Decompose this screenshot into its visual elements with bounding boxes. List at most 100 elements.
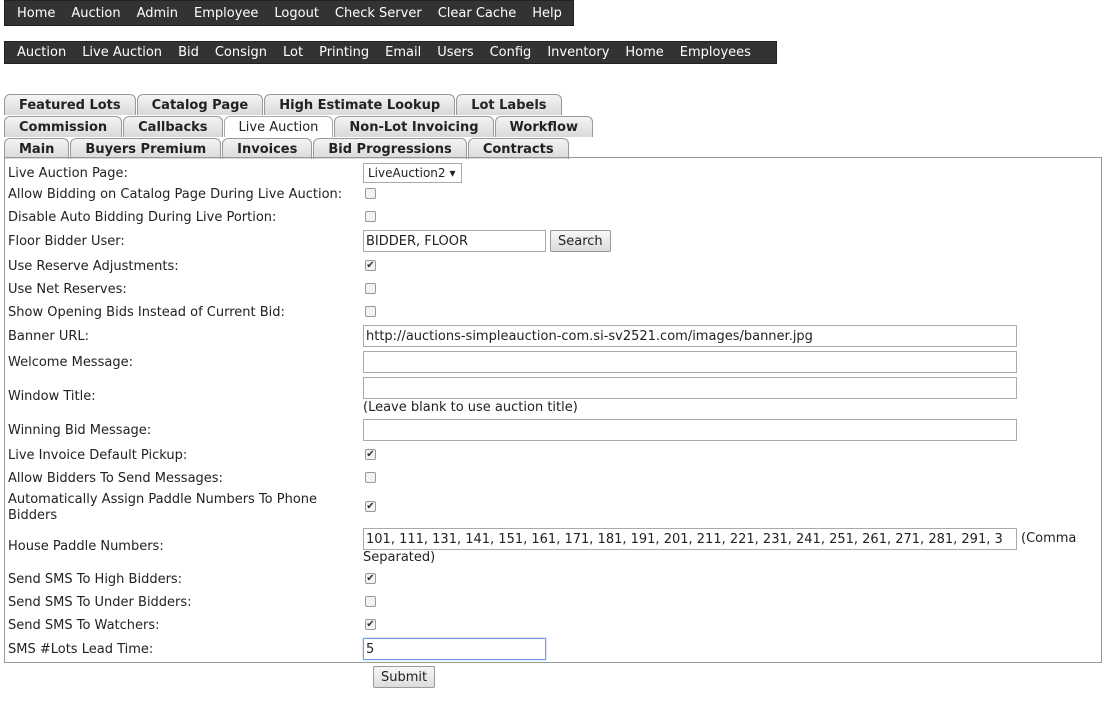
sub-nav-consign[interactable]: Consign — [207, 45, 275, 60]
form-row-live-auction-page: Live Auction Page: LiveAuction2 ▾ — [8, 163, 1098, 183]
tab-main[interactable]: Main — [4, 138, 70, 159]
house-paddle-numbers-input[interactable]: 101, 111, 131, 141, 151, 161, 171, 181, … — [363, 528, 1017, 550]
live-auction-settings-panel: Live Auction Page: LiveAuction2 ▾ Allow … — [4, 157, 1102, 663]
sub-nav-users[interactable]: Users — [429, 45, 481, 60]
select-value: LiveAuction2 — [368, 166, 446, 180]
tab-high-estimate-lookup[interactable]: High Estimate Lookup — [264, 94, 456, 115]
live-invoice-pickup-checkbox[interactable]: ✔ — [365, 449, 376, 460]
tab-featured-lots[interactable]: Featured Lots — [4, 94, 136, 115]
label: Disable Auto Bidding During Live Portion… — [8, 210, 277, 225]
label: House Paddle Numbers: — [8, 539, 164, 554]
use-net-reserves-checkbox[interactable] — [365, 283, 376, 294]
form-row-show-opening-bids: Show Opening Bids Instead of Current Bid… — [8, 304, 1098, 322]
tab-non-lot-invoicing[interactable]: Non-Lot Invoicing — [334, 116, 494, 137]
checkmark-icon: ✔ — [366, 259, 375, 271]
disable-auto-bidding-checkbox[interactable] — [365, 211, 376, 222]
sms-under-bidders-checkbox[interactable] — [365, 596, 376, 607]
sub-nav-lot[interactable]: Lot — [275, 45, 311, 60]
allow-bidders-messages-checkbox[interactable] — [365, 472, 376, 483]
form-row-house-paddle-numbers: House Paddle Numbers: 101, 111, 131, 141… — [8, 528, 1098, 566]
label: Show Opening Bids Instead of Current Bid… — [8, 305, 285, 320]
banner-url-input[interactable]: http://auctions-simpleauction-com.si-sv2… — [363, 325, 1017, 347]
sms-lead-time-input[interactable]: 5 — [363, 638, 546, 660]
form-row-welcome-message: Welcome Message: — [8, 351, 1098, 374]
tab-invoices[interactable]: Invoices — [222, 138, 313, 159]
label: Allow Bidding on Catalog Page During Liv… — [8, 187, 343, 202]
label: Automatically Assign Paddle Numbers To P… — [8, 492, 318, 523]
tab-live-auction[interactable]: Live Auction — [223, 116, 334, 137]
top-nav-help[interactable]: Help — [524, 6, 570, 21]
form-row-banner-url: Banner URL: http://auctions-simpleauctio… — [8, 325, 1098, 348]
form-row-sms-high-bidders: Send SMS To High Bidders: ✔ — [8, 571, 1098, 589]
tab-bid-progressions[interactable]: Bid Progressions — [313, 138, 467, 159]
form-row-allow-bidding-catalog: Allow Bidding on Catalog Page During Liv… — [8, 186, 1098, 204]
top-nav-employee[interactable]: Employee — [186, 6, 266, 21]
house-paddle-hint-b: Separated) — [363, 550, 436, 565]
sms-watchers-checkbox[interactable]: ✔ — [365, 619, 376, 630]
tab-callbacks[interactable]: Callbacks — [123, 116, 223, 137]
floor-bidder-input[interactable]: BIDDER, FLOOR — [363, 230, 546, 252]
top-nav-logout[interactable]: Logout — [266, 6, 327, 21]
house-paddle-hint-a: (Comma — [1021, 531, 1077, 546]
live-auction-page-select[interactable]: LiveAuction2 ▾ — [363, 163, 462, 183]
submit-button[interactable]: Submit — [373, 666, 436, 688]
label: Send SMS To Watchers: — [8, 618, 160, 633]
checkmark-icon: ✔ — [366, 500, 375, 512]
top-nav-home[interactable]: Home — [9, 6, 63, 21]
welcome-message-input[interactable] — [363, 351, 1017, 373]
tab-catalog-page[interactable]: Catalog Page — [136, 94, 264, 115]
label: Live Auction Page: — [8, 166, 128, 181]
tab-buyers-premium[interactable]: Buyers Premium — [70, 138, 222, 159]
sub-nav-auction[interactable]: Auction — [9, 45, 74, 60]
label: Send SMS To Under Bidders: — [8, 595, 192, 610]
form-row-disable-auto-bidding: Disable Auto Bidding During Live Portion… — [8, 209, 1098, 227]
label: Use Net Reserves: — [8, 282, 127, 297]
show-opening-bids-checkbox[interactable] — [365, 306, 376, 317]
sub-nav-inventory[interactable]: Inventory — [539, 45, 617, 60]
chevron-down-icon: ▾ — [449, 166, 456, 180]
label: Floor Bidder User: — [8, 234, 125, 249]
label: Welcome Message: — [8, 355, 133, 370]
checkmark-icon: ✔ — [366, 448, 375, 460]
allow-bidding-catalog-checkbox[interactable] — [365, 188, 376, 199]
tab-lot-labels[interactable]: Lot Labels — [456, 94, 562, 115]
tab-row-3: Main Buyers Premium Invoices Bid Progres… — [4, 138, 570, 159]
sub-nav-live-auction[interactable]: Live Auction — [74, 45, 170, 60]
label: Send SMS To High Bidders: — [8, 572, 183, 587]
checkmark-icon: ✔ — [366, 618, 375, 630]
form-row-sms-watchers: Send SMS To Watchers: ✔ — [8, 617, 1098, 635]
sub-nav-employees[interactable]: Employees — [672, 45, 759, 60]
label: Live Invoice Default Pickup: — [8, 448, 188, 463]
sub-nav-home[interactable]: Home — [617, 45, 671, 60]
form-row-live-invoice-pickup: Live Invoice Default Pickup: ✔ — [8, 447, 1098, 465]
winning-bid-message-input[interactable] — [363, 419, 1017, 441]
sms-high-bidders-checkbox[interactable]: ✔ — [365, 573, 376, 584]
checkmark-icon: ✔ — [366, 572, 375, 584]
top-nav-admin[interactable]: Admin — [129, 6, 186, 21]
label: SMS #Lots Lead Time: — [8, 642, 154, 657]
sub-nav-email[interactable]: Email — [377, 45, 429, 60]
form-row-sms-under-bidders: Send SMS To Under Bidders: — [8, 594, 1098, 612]
tab-row-2: Commission Callbacks Live Auction Non-Lo… — [4, 116, 594, 137]
label: Allow Bidders To Send Messages: — [8, 471, 223, 486]
tab-commission[interactable]: Commission — [4, 116, 123, 137]
top-nav: Home Auction Admin Employee Logout Check… — [4, 0, 574, 26]
label: Use Reserve Adjustments: — [8, 259, 179, 274]
top-nav-auction[interactable]: Auction — [63, 6, 128, 21]
top-nav-clear-cache[interactable]: Clear Cache — [430, 6, 525, 21]
sub-nav-bid[interactable]: Bid — [170, 45, 207, 60]
tab-workflow[interactable]: Workflow — [494, 116, 593, 137]
label: Winning Bid Message: — [8, 423, 152, 438]
floor-bidder-search-button[interactable]: Search — [550, 230, 611, 252]
tab-contracts[interactable]: Contracts — [467, 138, 569, 159]
form-row-auto-assign-paddle: Automatically Assign Paddle Numbers To P… — [8, 491, 1098, 525]
sub-nav-config[interactable]: Config — [482, 45, 540, 60]
form-row-winning-bid-message: Winning Bid Message: — [8, 419, 1098, 442]
sub-nav-printing[interactable]: Printing — [311, 45, 377, 60]
form-row-floor-bidder: Floor Bidder User: BIDDER, FLOOR Search — [8, 230, 1098, 253]
tab-row-1: Featured Lots Catalog Page High Estimate… — [4, 94, 563, 115]
window-title-input[interactable] — [363, 377, 1017, 399]
auto-assign-paddle-checkbox[interactable]: ✔ — [365, 501, 376, 512]
use-reserve-adjustments-checkbox[interactable]: ✔ — [365, 260, 376, 271]
top-nav-check-server[interactable]: Check Server — [327, 6, 430, 21]
